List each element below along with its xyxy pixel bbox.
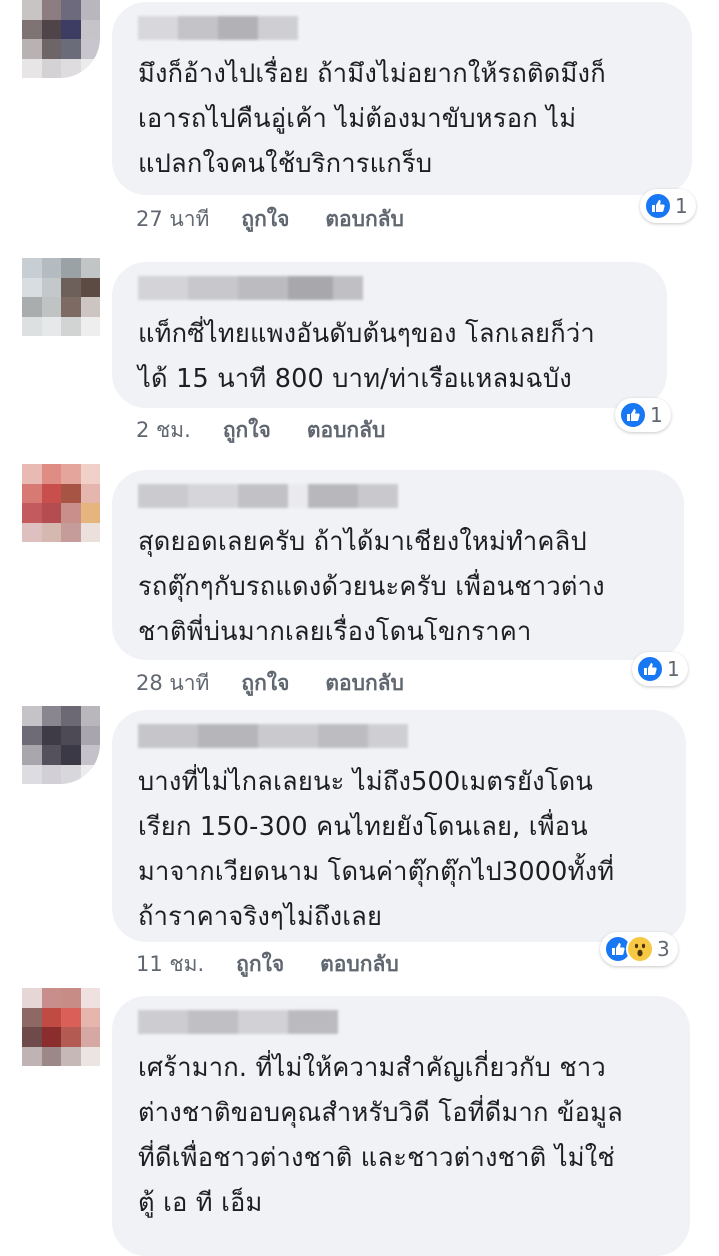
comment-text: เศร้ามาก. ที่ไม่ให้ความสำคัญเกี่ยวกับ ชา… [138,1053,623,1218]
comment-meta: 28 นาที ถูกใจ ตอบกลับ [136,667,404,700]
commenter-name[interactable] [138,16,668,40]
reaction-summary[interactable]: 1 [640,189,696,223]
reply-button[interactable]: ตอบกลับ [325,203,404,236]
like-button[interactable]: ถูกใจ [241,203,289,236]
avatar[interactable] [22,988,100,1066]
avatar[interactable] [22,0,100,78]
reaction-count: 1 [650,403,663,427]
reply-button[interactable]: ตอบกลับ [325,667,404,700]
reaction-count: 1 [667,657,680,681]
like-button[interactable]: ถูกใจ [223,414,271,447]
like-button[interactable]: ถูกใจ [236,948,284,981]
like-reaction-icon [636,655,664,683]
comment-meta: 11 ชม. ถูกใจ ตอบกลับ [136,948,399,981]
reaction-count: 1 [675,194,688,218]
comment-bubble: เศร้ามาก. ที่ไม่ให้ความสำคัญเกี่ยวกับ ชา… [112,996,690,1256]
avatar[interactable] [22,258,100,336]
commenter-name[interactable] [138,484,660,508]
comment-meta: 27 นาที ถูกใจ ตอบกลับ [136,203,404,236]
comment-time[interactable]: 28 นาที [136,667,209,700]
reaction-summary[interactable]: 1 [615,398,671,432]
commenter-name[interactable] [138,724,662,748]
like-button[interactable]: ถูกใจ [241,667,289,700]
comment-bubble: มึงก็อ้างไปเรื่อย ถ้ามึงไม่อยากให้รถติดม… [112,2,692,195]
reply-button[interactable]: ตอบกลับ [307,414,386,447]
comment-text: สุดยอดเลยครับ ถ้าได้มาเชียงใหม่ทำคลิป รถ… [138,527,605,647]
commenter-name[interactable] [138,276,643,300]
avatar[interactable] [22,706,100,784]
like-reaction-icon [644,192,672,220]
commenter-name[interactable] [138,1010,666,1034]
reaction-count: 3 [657,937,670,961]
comment-bubble: บางที่ไม่ไกลเลยนะ ไม่ถึง500เมตรยังโดน เร… [112,710,686,942]
comment-time[interactable]: 2 ชม. [136,414,191,447]
reaction-summary[interactable]: 3 [600,932,678,966]
comment-meta: 2 ชม. ถูกใจ ตอบกลับ [136,414,385,447]
wow-reaction-icon [626,935,654,963]
comment-bubble: สุดยอดเลยครับ ถ้าได้มาเชียงใหม่ทำคลิป รถ… [112,470,684,660]
comment-text: แท็กซี่ไทยแพงอันดับต้นๆของ โลกเลยก็ว่า ไ… [138,319,595,394]
comment-bubble: แท็กซี่ไทยแพงอันดับต้นๆของ โลกเลยก็ว่า ไ… [112,262,667,408]
comment-text: บางที่ไม่ไกลเลยนะ ไม่ถึง500เมตรยังโดน เร… [138,767,615,932]
comment-text: มึงก็อ้างไปเรื่อย ถ้ามึงไม่อยากให้รถติดม… [138,59,606,179]
avatar[interactable] [22,464,100,542]
comment-time[interactable]: 27 นาที [136,203,209,236]
reaction-summary[interactable]: 1 [632,652,688,686]
like-reaction-icon [619,401,647,429]
reply-button[interactable]: ตอบกลับ [320,948,399,981]
comment-time[interactable]: 11 ชม. [136,948,204,981]
